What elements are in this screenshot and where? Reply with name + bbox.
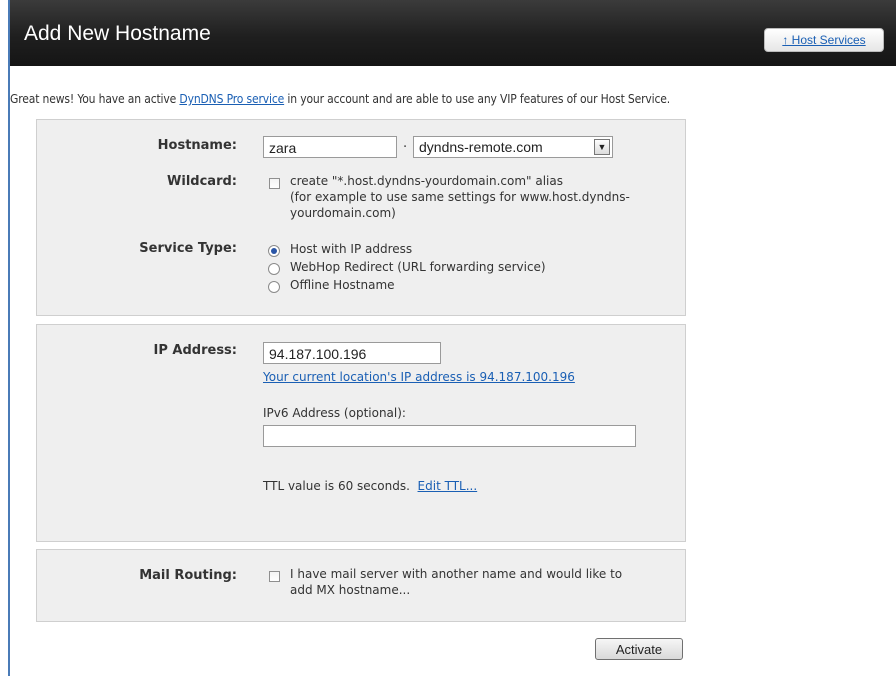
ip-address-label: IP Address: bbox=[153, 343, 237, 358]
ttl-value: TTL value is 60 seconds. bbox=[263, 479, 410, 493]
wildcard-label: Wildcard: bbox=[167, 174, 237, 189]
wildcard-line: yourdomain.com) bbox=[290, 206, 396, 220]
page-title: Add New Hostname bbox=[24, 22, 211, 45]
service-type-label: Service Type: bbox=[139, 241, 237, 256]
mail-routing-label: Mail Routing: bbox=[139, 568, 237, 583]
mail-line: add MX hostname... bbox=[290, 583, 411, 597]
hostname-separator: · bbox=[403, 140, 408, 155]
wildcard-line: (for example to use same settings for ww… bbox=[290, 190, 630, 204]
radio-offline[interactable] bbox=[268, 281, 280, 293]
mail-routing-checkbox[interactable] bbox=[269, 571, 280, 582]
intro-text: Great news! You have an active DynDNS Pr… bbox=[10, 92, 670, 106]
wildcard-text: create "*.host.dyndns-yourdomain.com" al… bbox=[290, 173, 630, 221]
ipv6-input[interactable] bbox=[263, 425, 636, 447]
header-bar: Add New Hostname ↑ Host Services bbox=[10, 0, 896, 66]
dialog-frame: Add New Hostname ↑ Host Services Great n… bbox=[8, 0, 896, 676]
dyndns-pro-link[interactable]: DynDNS Pro service bbox=[179, 92, 284, 106]
ip-address-input[interactable]: 94.187.100.196 bbox=[263, 342, 441, 364]
radio-host-with-ip[interactable] bbox=[268, 245, 280, 257]
ipv6-label: IPv6 Address (optional): bbox=[263, 406, 406, 420]
host-services-button[interactable]: ↑ Host Services bbox=[764, 28, 884, 52]
ip-panel: IP Address: 94.187.100.196 Your current … bbox=[36, 324, 686, 542]
activate-button[interactable]: Activate bbox=[595, 638, 683, 660]
hostname-label: Hostname: bbox=[157, 138, 237, 153]
intro-prefix: Great news! You have an active bbox=[10, 92, 180, 106]
current-ip-link[interactable]: Your current location's IP address is 94… bbox=[263, 369, 575, 385]
wildcard-checkbox[interactable] bbox=[269, 178, 280, 189]
wildcard-line: create "*.host.dyndns-yourdomain.com" al… bbox=[290, 174, 563, 188]
radio-label: WebHop Redirect (URL forwarding service) bbox=[290, 260, 546, 274]
mail-routing-text: I have mail server with another name and… bbox=[290, 566, 622, 598]
hostname-input[interactable]: zara bbox=[263, 136, 397, 158]
radio-label: Host with IP address bbox=[290, 242, 413, 256]
radio-webhop[interactable] bbox=[268, 263, 280, 275]
ttl-text: TTL value is 60 seconds. Edit TTL... bbox=[263, 478, 477, 494]
intro-suffix: in your account and are able to use any … bbox=[284, 92, 671, 106]
edit-ttl-link[interactable]: Edit TTL... bbox=[418, 479, 478, 493]
mail-panel: Mail Routing: I have mail server with an… bbox=[36, 549, 686, 622]
hostname-panel: Hostname: zara · dyndns-remote.com ▼ Wil… bbox=[36, 119, 686, 316]
radio-label: Offline Hostname bbox=[290, 278, 395, 292]
domain-select[interactable]: dyndns-remote.com ▼ bbox=[413, 136, 613, 158]
domain-selected-value: dyndns-remote.com bbox=[419, 139, 543, 155]
mail-line: I have mail server with another name and… bbox=[290, 567, 623, 581]
chevron-down-icon[interactable]: ▼ bbox=[594, 139, 610, 155]
